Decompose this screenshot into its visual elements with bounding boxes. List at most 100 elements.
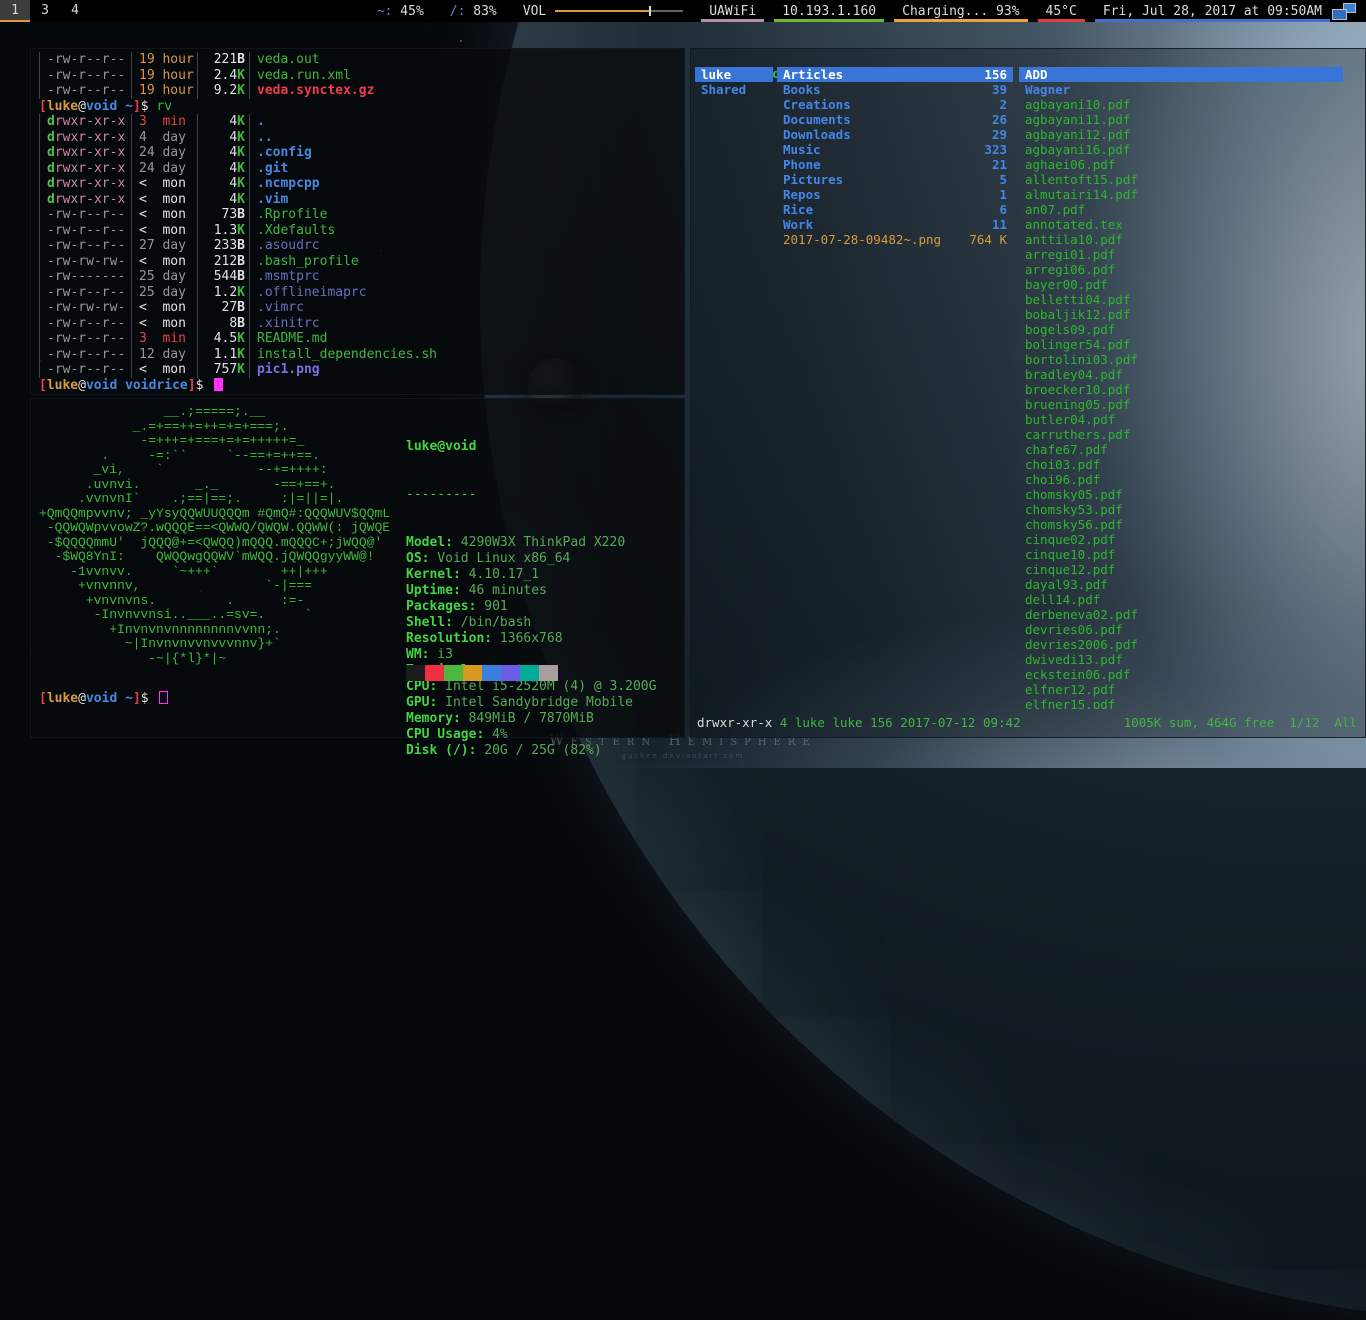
- preview-item[interactable]: butler04.pdf: [1019, 412, 1343, 427]
- status-block-ip[interactable]: 10.193.1.160: [782, 0, 876, 22]
- preview-item[interactable]: almutairi14.pdf: [1019, 187, 1343, 202]
- status-block-brightness[interactable]: ~: 45%: [377, 0, 424, 22]
- preview-item[interactable]: agbayani12.pdf: [1019, 127, 1343, 142]
- file-size: 757K: [197, 362, 249, 378]
- preview-item[interactable]: chafe67.pdf: [1019, 442, 1343, 457]
- preview-item[interactable]: annotated.tex: [1019, 217, 1343, 232]
- preview-item[interactable]: agbayani16.pdf: [1019, 142, 1343, 157]
- preview-item[interactable]: derbeneva02.pdf: [1019, 607, 1343, 622]
- dir-item[interactable]: Downloads29: [777, 127, 1013, 142]
- parent-dir-item[interactable]: Shared: [695, 82, 773, 97]
- preview-item[interactable]: broecker10.pdf: [1019, 382, 1343, 397]
- file-date: 24 day: [131, 161, 197, 177]
- ls-row: -rw-------25 day544B.msmtprc: [39, 269, 676, 285]
- ls-row: drwxr-xr-x24 day4K.config: [39, 145, 676, 161]
- file-date: 12 day: [131, 347, 197, 363]
- dir-item[interactable]: Pictures5: [777, 172, 1013, 187]
- dir-count: 39: [992, 82, 1007, 97]
- status-block-wifi[interactable]: UAWiFi: [709, 0, 756, 22]
- preview-item[interactable]: elfner12.pdf: [1019, 682, 1343, 697]
- neofetch-label: Resolution:: [406, 631, 492, 646]
- preview-item[interactable]: bogels09.pdf: [1019, 322, 1343, 337]
- neofetch-entry: CPU Usage: 4%: [406, 727, 656, 743]
- dir-item[interactable]: Books39: [777, 82, 1013, 97]
- preview-item[interactable]: Wagner: [1019, 82, 1343, 97]
- file-name: .msmtprc: [249, 269, 676, 285]
- preview-item[interactable]: agbayani10.pdf: [1019, 97, 1343, 112]
- workspace-button-3[interactable]: 3: [30, 0, 60, 22]
- dir-item[interactable]: Phone21: [777, 157, 1013, 172]
- workspace-button-1[interactable]: 1: [0, 0, 30, 22]
- neofetch-entry: Resolution: 1366x768: [406, 631, 656, 647]
- ranger-preview-column: ADDWagneragbayani10.pdfagbayani11.pdfagb…: [1019, 67, 1343, 709]
- preview-item[interactable]: choi03.pdf: [1019, 457, 1343, 472]
- dir-name: Pictures: [783, 172, 843, 187]
- preview-item[interactable]: cinque02.pdf: [1019, 532, 1343, 547]
- preview-item[interactable]: an07.pdf: [1019, 202, 1343, 217]
- preview-item[interactable]: ADD: [1019, 67, 1343, 82]
- preview-item[interactable]: aghaei06.pdf: [1019, 157, 1343, 172]
- preview-item[interactable]: dayal93.pdf: [1019, 577, 1343, 592]
- file-date: < mon: [131, 176, 197, 192]
- preview-item[interactable]: agbayani11.pdf: [1019, 112, 1343, 127]
- neofetch-label: Shell:: [406, 615, 453, 630]
- preview-item[interactable]: bobaljik12.pdf: [1019, 307, 1343, 322]
- file-size: 4K: [197, 145, 249, 161]
- preview-item[interactable]: belletti04.pdf: [1019, 292, 1343, 307]
- volume-handle[interactable]: [649, 6, 651, 16]
- dir-item[interactable]: Music323: [777, 142, 1013, 157]
- preview-item[interactable]: eckstein06.pdf: [1019, 667, 1343, 682]
- file-permissions: -rw-rw-rw-: [39, 254, 131, 270]
- preview-item[interactable]: chomsky05.pdf: [1019, 487, 1343, 502]
- dir-item[interactable]: Rice6: [777, 202, 1013, 217]
- system-tray[interactable]: [1332, 3, 1356, 20]
- neofetch-label: Model:: [406, 535, 453, 550]
- preview-item[interactable]: bradley04.pdf: [1019, 367, 1343, 382]
- preview-item[interactable]: devries06.pdf: [1019, 622, 1343, 637]
- ls-row: -rw-r--r--27 day233B.asoudrc: [39, 238, 676, 254]
- file-permissions: -rw-r--r--: [39, 68, 131, 84]
- status-block-battery[interactable]: Charging... 93%: [902, 0, 1019, 22]
- brightness-icon: ~:: [377, 4, 393, 19]
- preview-item[interactable]: bortolini03.pdf: [1019, 352, 1343, 367]
- preview-item[interactable]: choi96.pdf: [1019, 472, 1343, 487]
- dir-item[interactable]: Creations2: [777, 97, 1013, 112]
- battery-underline: [894, 19, 1027, 22]
- preview-item[interactable]: chomsky56.pdf: [1019, 517, 1343, 532]
- parent-dir-item[interactable]: luke: [695, 67, 773, 82]
- preview-item[interactable]: elfner15.pdf: [1019, 697, 1343, 709]
- workspace-button-4[interactable]: 4: [60, 0, 90, 22]
- preview-item[interactable]: cinque10.pdf: [1019, 547, 1343, 562]
- preview-item[interactable]: carruthers.pdf: [1019, 427, 1343, 442]
- preview-item[interactable]: cinque12.pdf: [1019, 562, 1343, 577]
- status-block-datetime[interactable]: Fri, Jul 28, 2017 at 09:50AM: [1103, 0, 1322, 22]
- preview-item[interactable]: anttila10.pdf: [1019, 232, 1343, 247]
- dir-item[interactable]: Articles156: [777, 67, 1013, 82]
- dir-item[interactable]: Work11: [777, 217, 1013, 232]
- dir-name: Documents: [783, 112, 851, 127]
- neofetch-label: Kernel:: [406, 567, 461, 582]
- dir-item[interactable]: Repos1: [777, 187, 1013, 202]
- terminal-window-ls[interactable]: -rw-r--r--19 hour221Bveda.out-rw-r--r--1…: [30, 48, 685, 395]
- preview-item[interactable]: dell14.pdf: [1019, 592, 1343, 607]
- preview-item[interactable]: devries2006.pdf: [1019, 637, 1343, 652]
- status-block-disk[interactable]: /: 83%: [450, 0, 497, 22]
- status-block-temperature[interactable]: 45°C: [1046, 0, 1077, 22]
- preview-item[interactable]: dwivedi13.pdf: [1019, 652, 1343, 667]
- status-block-volume[interactable]: VOL: [523, 0, 683, 22]
- preview-item[interactable]: bolinger54.pdf: [1019, 337, 1343, 352]
- ranger-file-meta: 4 luke luke 156 2017-07-12 09:42: [772, 715, 1020, 730]
- preview-item[interactable]: arregi06.pdf: [1019, 262, 1343, 277]
- dir-item[interactable]: Documents26: [777, 112, 1013, 127]
- preview-item[interactable]: bruening05.pdf: [1019, 397, 1343, 412]
- preview-item[interactable]: arregi01.pdf: [1019, 247, 1343, 262]
- preview-item[interactable]: chomsky53.pdf: [1019, 502, 1343, 517]
- preview-item[interactable]: bayer00.pdf: [1019, 277, 1343, 292]
- terminal-window-neofetch[interactable]: __.;=====;.__ _.=+==++=++=+=+===;. -=+++…: [30, 398, 685, 738]
- volume-slider[interactable]: [555, 6, 683, 16]
- dir-count: 1: [999, 187, 1007, 202]
- dir-item[interactable]: 2017-07-28-09482~.png764 K: [777, 232, 1013, 247]
- ranger-window[interactable]: luke@void ~/Articles lukeShared Articles…: [690, 48, 1366, 738]
- preview-item[interactable]: allentoft15.pdf: [1019, 172, 1343, 187]
- shell-prompt: [luke@void voidrice]$: [39, 378, 676, 394]
